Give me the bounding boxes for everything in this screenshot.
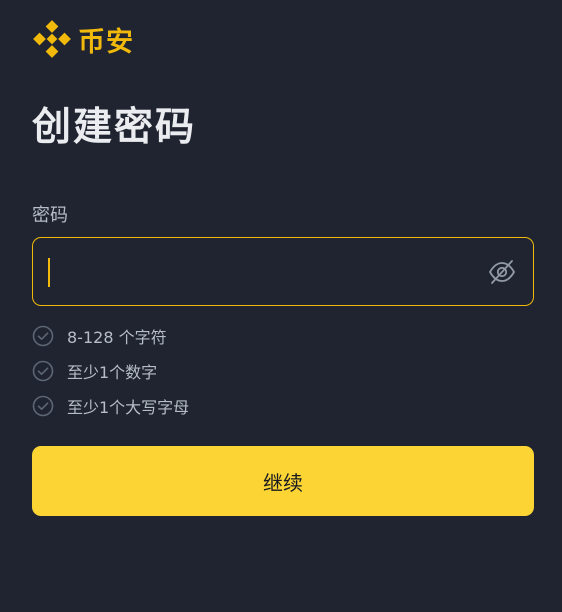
- brand-name: 币安: [78, 26, 134, 58]
- check-circle-icon: [32, 395, 54, 416]
- password-field[interactable]: [32, 237, 534, 306]
- binance-logo-icon: [33, 20, 71, 58]
- password-input[interactable]: [47, 250, 477, 292]
- password-requirements: 8-128 个字符 至少1个数字 至少1个大写字母: [32, 318, 189, 423]
- continue-button[interactable]: 继续: [32, 446, 534, 516]
- requirement-uppercase: 至少1个大写字母: [32, 388, 189, 423]
- eye-off-icon[interactable]: [487, 258, 517, 286]
- requirement-text: 至少1个大写字母: [67, 397, 190, 417]
- text-caret: [48, 258, 50, 287]
- password-label: 密码: [32, 205, 68, 226]
- requirement-length: 8-128 个字符: [32, 318, 189, 353]
- check-circle-icon: [32, 360, 54, 381]
- requirement-number: 至少1个数字: [32, 353, 189, 388]
- page-title: 创建密码: [32, 105, 197, 150]
- check-circle-icon: [32, 325, 54, 346]
- requirement-text: 至少1个数字: [67, 362, 158, 382]
- brand-header: 币安: [32, 18, 134, 60]
- requirement-text: 8-128 个字符: [67, 327, 167, 347]
